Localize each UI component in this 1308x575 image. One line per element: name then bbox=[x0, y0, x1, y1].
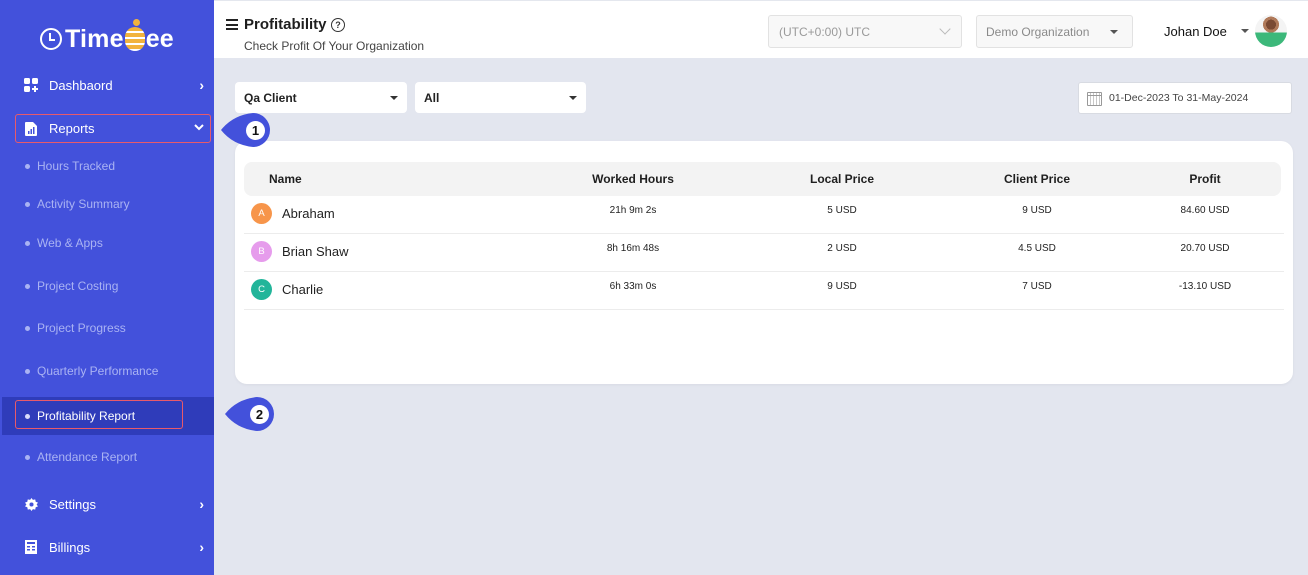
bullet-icon bbox=[25, 163, 30, 169]
sidebar-subitem-hours-tracked[interactable]: Hours Tracked bbox=[0, 151, 214, 181]
column-header-client-price[interactable]: Client Price bbox=[1004, 172, 1070, 186]
billing-icon bbox=[24, 540, 38, 554]
worked-hours-cell: 8h 16m 48s bbox=[606, 243, 660, 254]
worked-hours-cell: 6h 33m 0s bbox=[609, 281, 657, 292]
table-row[interactable]: C Charlie 6h 33m 0s 9 USD 7 USD -13.10 U… bbox=[244, 272, 1284, 310]
caret-down-icon bbox=[569, 96, 577, 100]
sidebar-subitem-profitability-report[interactable]: Profitability Report bbox=[2, 397, 214, 435]
sidebar-item-reports[interactable]: Reports bbox=[15, 114, 211, 143]
timebee-logo[interactable]: Time ee bbox=[40, 19, 174, 54]
top-header: Profitability ? Check Profit Of Your Org… bbox=[214, 0, 1308, 58]
column-header-profit[interactable]: Profit bbox=[1189, 172, 1220, 186]
profit-cell: 84.60 USD bbox=[1180, 205, 1230, 216]
sidebar-subitem-project-progress[interactable]: Project Progress bbox=[0, 313, 214, 343]
bullet-icon bbox=[25, 283, 30, 289]
employee-name-cell: A Abraham bbox=[251, 203, 335, 224]
organization-select[interactable]: Demo Organization bbox=[976, 15, 1133, 48]
user-menu-caret-icon[interactable] bbox=[1241, 29, 1249, 33]
chevron-down-icon bbox=[194, 119, 204, 135]
report-icon bbox=[24, 121, 38, 136]
sidebar-subitem-quarterly-performance[interactable]: Quarterly Performance bbox=[0, 356, 214, 386]
callout-marker-1: 1 bbox=[219, 111, 273, 147]
bullet-icon bbox=[25, 454, 30, 460]
callout-marker-2: 2 bbox=[223, 395, 277, 431]
bullet-icon bbox=[25, 240, 30, 246]
worked-hours-cell: 21h 9m 2s bbox=[609, 205, 657, 216]
bullet-icon bbox=[25, 201, 30, 207]
bullet-icon bbox=[25, 325, 30, 331]
gear-icon bbox=[24, 497, 38, 511]
initial-avatar: A bbox=[251, 203, 272, 224]
table-header: Name Worked Hours Local Price Client Pri… bbox=[244, 162, 1281, 196]
sidebar-subitem-attendance-report[interactable]: Attendance Report bbox=[0, 442, 214, 472]
initial-avatar: C bbox=[251, 279, 272, 300]
bee-icon bbox=[124, 19, 145, 51]
page-title: Profitability bbox=[244, 16, 327, 33]
column-header-worked-hours[interactable]: Worked Hours bbox=[592, 172, 674, 186]
client-price-cell: 7 USD bbox=[1022, 281, 1052, 292]
hamburger-menu-icon[interactable] bbox=[226, 19, 238, 30]
sidebar-subitem-project-costing[interactable]: Project Costing bbox=[0, 271, 214, 301]
table-row[interactable]: B Brian Shaw 8h 16m 48s 2 USD 4.5 USD 20… bbox=[244, 234, 1284, 272]
sidebar-item-billings[interactable]: Billings › bbox=[0, 531, 214, 563]
profit-cell: 20.70 USD bbox=[1180, 243, 1230, 254]
clock-icon bbox=[40, 28, 62, 50]
date-range-picker[interactable]: 01-Dec-2023 To 31-May-2024 bbox=[1078, 82, 1292, 114]
local-price-cell: 5 USD bbox=[827, 205, 857, 216]
employee-name: Abraham bbox=[282, 206, 335, 221]
profit-cell: -13.10 USD bbox=[1178, 281, 1232, 292]
employee-name: Charlie bbox=[282, 282, 324, 297]
sidebar-subitem-web-apps[interactable]: Web & Apps bbox=[0, 228, 214, 258]
chevron-down-icon bbox=[939, 23, 951, 35]
sidebar: Time ee Dashbaord › Reports Hours Tracke… bbox=[0, 0, 214, 575]
user-avatar[interactable] bbox=[1255, 15, 1287, 47]
column-header-name[interactable]: Name bbox=[269, 172, 302, 186]
timezone-select[interactable]: (UTC+0:00) UTC bbox=[768, 15, 962, 48]
chevron-right-icon: › bbox=[199, 496, 204, 512]
chevron-right-icon: › bbox=[199, 77, 204, 93]
sidebar-subitem-activity-summary[interactable]: Activity Summary bbox=[0, 189, 214, 219]
employee-name-cell: B Brian Shaw bbox=[251, 241, 348, 262]
chevron-right-icon: › bbox=[199, 539, 204, 555]
profitability-table-card: Name Worked Hours Local Price Client Pri… bbox=[235, 141, 1293, 384]
local-price-cell: 9 USD bbox=[827, 281, 857, 292]
employee-name-cell: C Charlie bbox=[251, 279, 323, 300]
page-subtitle: Check Profit Of Your Organization bbox=[244, 39, 425, 53]
bullet-icon bbox=[25, 413, 30, 419]
project-filter-select[interactable]: All bbox=[415, 82, 586, 113]
bullet-icon bbox=[25, 368, 30, 374]
initial-avatar: B bbox=[251, 241, 272, 262]
calendar-icon bbox=[1087, 92, 1102, 106]
caret-down-icon bbox=[1110, 30, 1118, 34]
table-row[interactable]: A Abraham 21h 9m 2s 5 USD 9 USD 84.60 US… bbox=[244, 196, 1284, 234]
column-header-local-price[interactable]: Local Price bbox=[810, 172, 874, 186]
sidebar-item-settings[interactable]: Settings › bbox=[0, 488, 214, 520]
user-name[interactable]: Johan Doe bbox=[1164, 24, 1227, 39]
help-icon[interactable]: ? bbox=[331, 18, 345, 32]
employee-name: Brian Shaw bbox=[282, 244, 349, 259]
local-price-cell: 2 USD bbox=[827, 243, 857, 254]
client-price-cell: 4.5 USD bbox=[1018, 243, 1056, 254]
client-filter-select[interactable]: Qa Client bbox=[235, 82, 407, 113]
dashboard-icon bbox=[24, 78, 38, 92]
client-price-cell: 9 USD bbox=[1022, 205, 1052, 216]
caret-down-icon bbox=[390, 96, 398, 100]
sidebar-item-dashboard[interactable]: Dashbaord › bbox=[0, 69, 214, 101]
